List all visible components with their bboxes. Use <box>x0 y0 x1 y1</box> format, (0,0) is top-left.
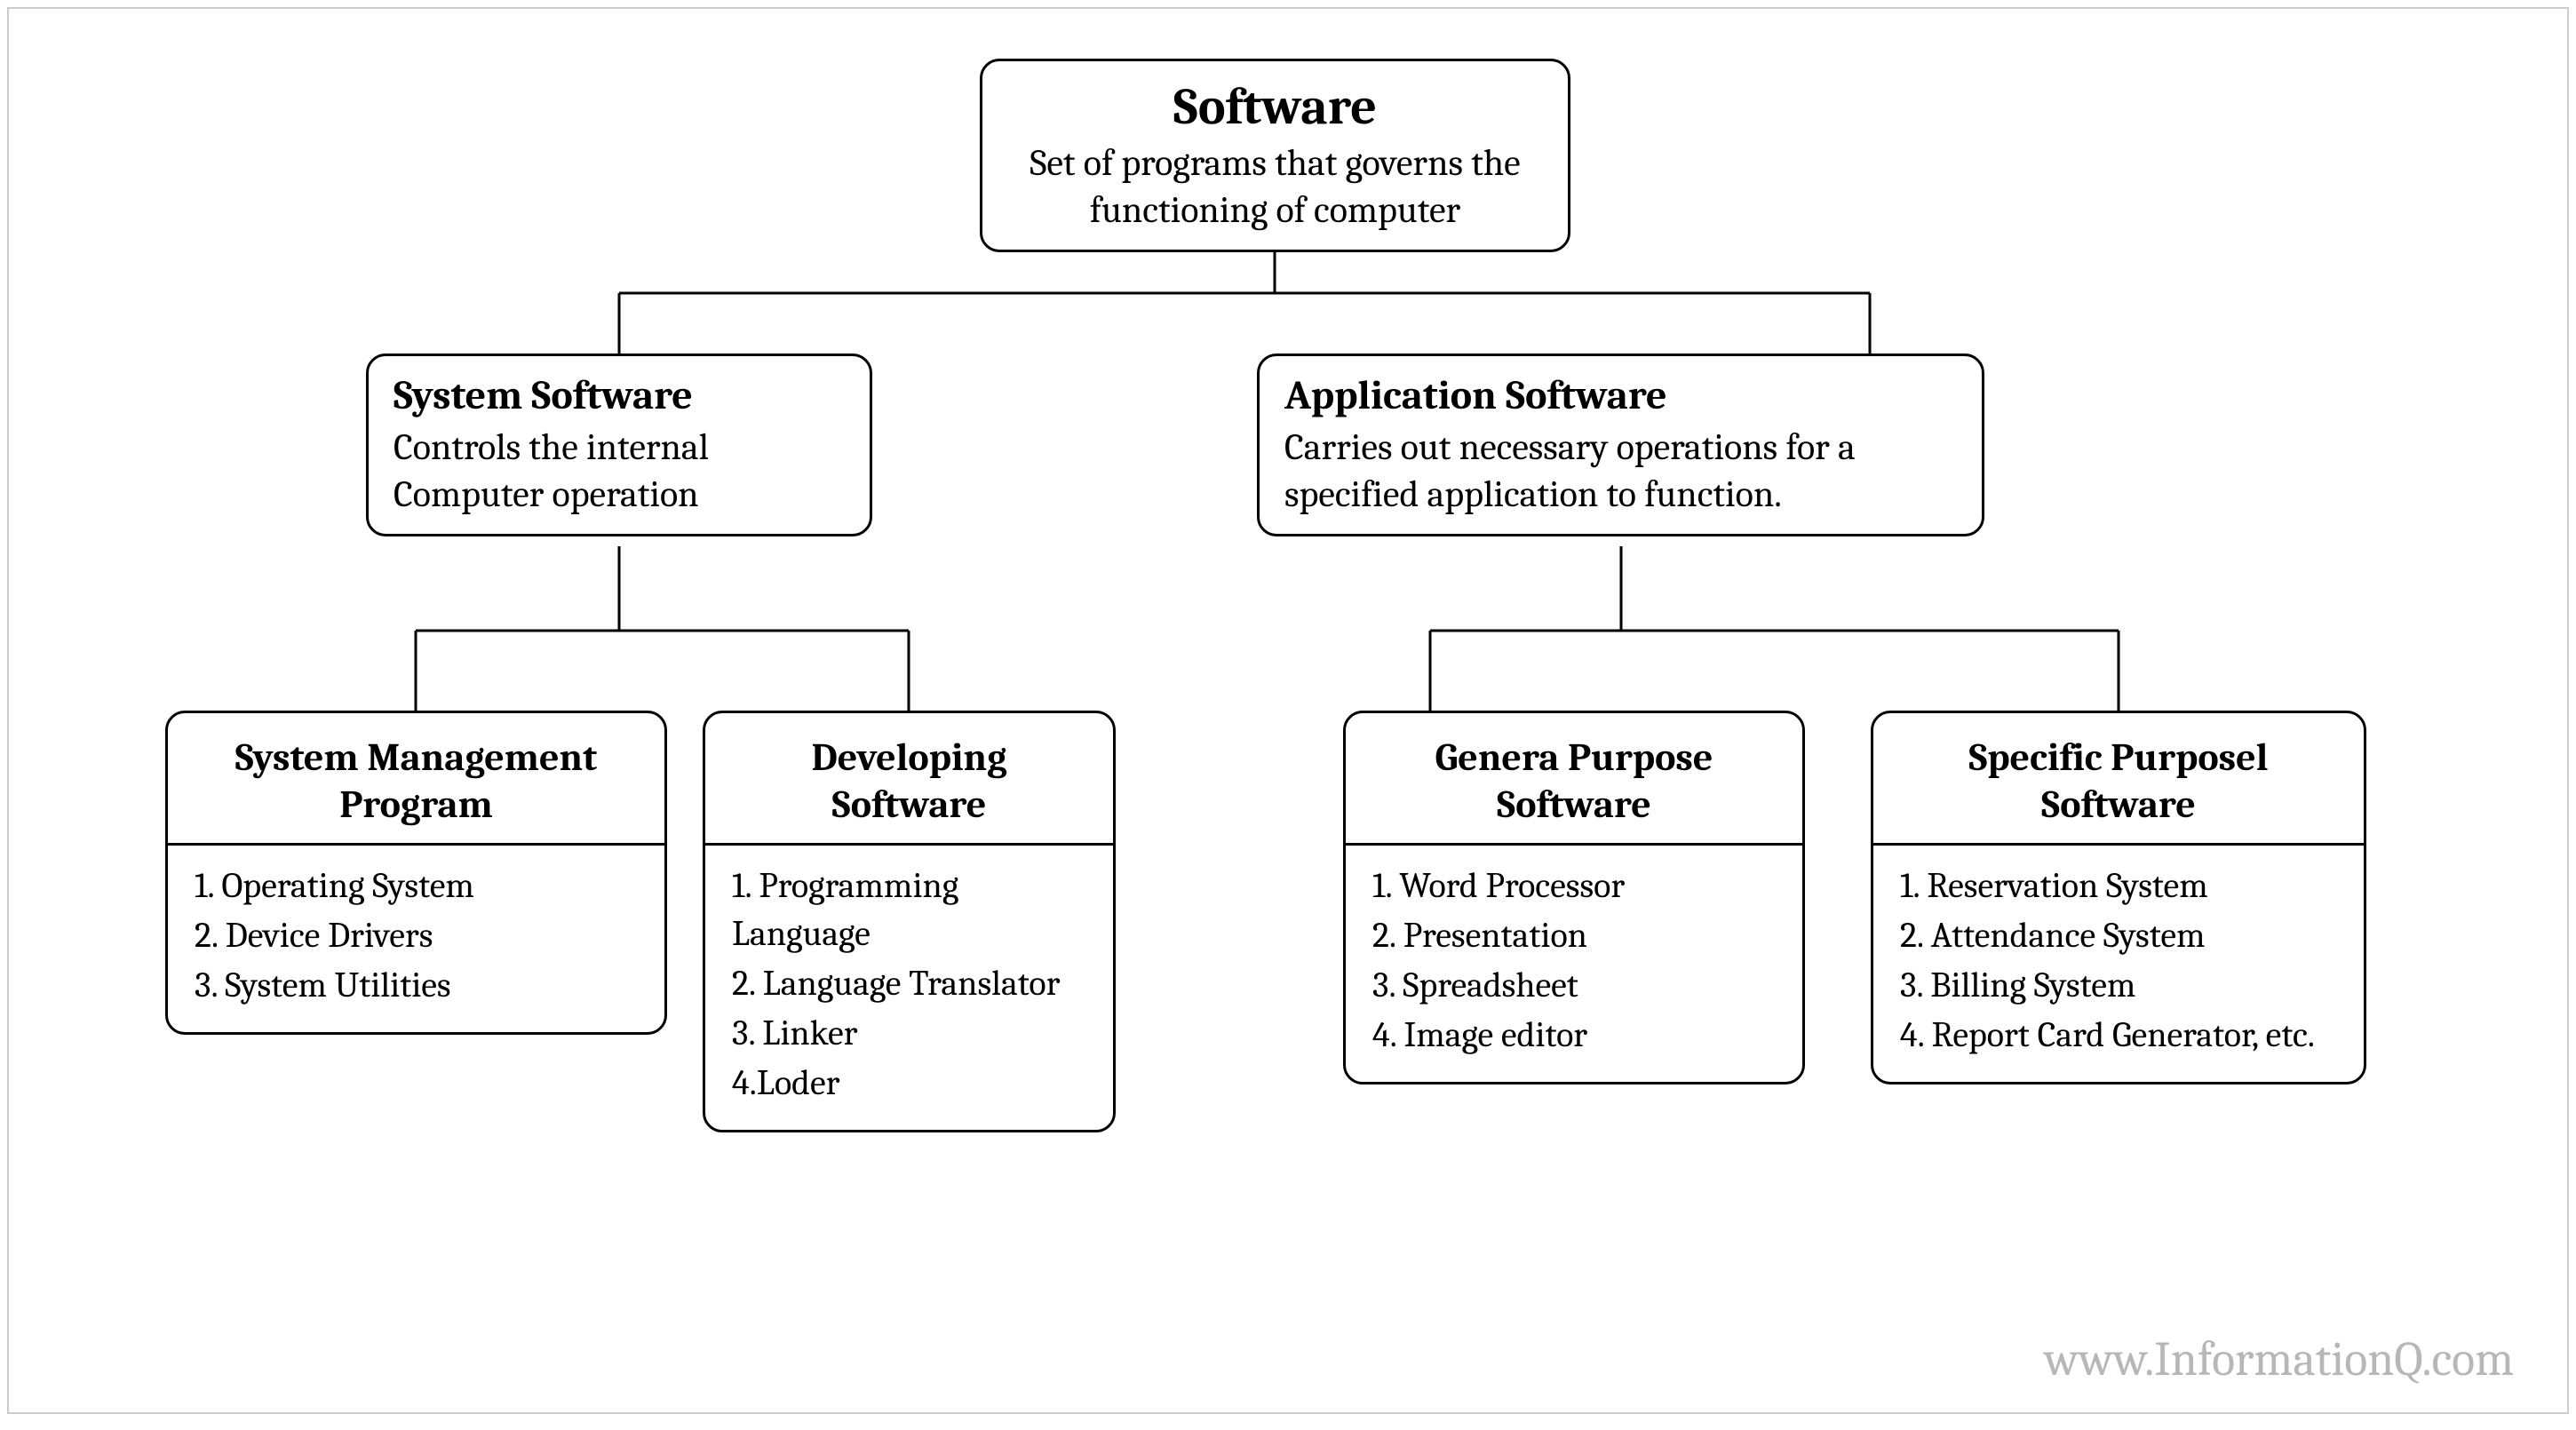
leaf-title: Specific Purposel Software <box>1900 735 2337 843</box>
leaf-title: Developing Software <box>732 735 1086 843</box>
node-system-software: System Software Controls the internal Co… <box>366 354 872 536</box>
node-system-software-title: System Software <box>394 372 845 419</box>
divider <box>705 843 1113 846</box>
node-software: Software Set of programs that governs th… <box>980 59 1570 252</box>
node-application-software: Application Software Carries out necessa… <box>1257 354 1984 536</box>
node-specific-purpose-software: Specific Purposel Software 1. Reservatio… <box>1871 711 2366 1084</box>
list-item: 3. Linker <box>732 1009 1086 1057</box>
list-item: 1. Word Processor <box>1372 862 1776 910</box>
list-item: 1. Programming Language <box>732 862 1086 957</box>
list-item: 2. Language Translator <box>732 959 1086 1007</box>
node-software-desc: Set of programs that governs the functio… <box>1007 140 1543 234</box>
divider <box>1346 843 1802 846</box>
leaf-title: System Management Program <box>195 735 638 843</box>
node-application-software-desc: Carries out necessary operations for a s… <box>1284 425 1957 518</box>
node-system-management-program: System Management Program 1. Operating S… <box>165 711 667 1035</box>
list-item: 3. Spreadsheet <box>1372 961 1776 1009</box>
leaf-items: 1. Programming Language 2. Language Tran… <box>732 862 1086 1107</box>
list-item: 2. Attendance System <box>1900 911 2337 959</box>
node-system-software-desc: Controls the internal Computer operation <box>394 425 845 518</box>
node-software-title: Software <box>1007 77 1543 137</box>
list-item: 2. Presentation <box>1372 911 1776 959</box>
list-item: 4. Image editor <box>1372 1011 1776 1059</box>
leaf-items: 1. Reservation System 2. Attendance Syst… <box>1900 862 2337 1059</box>
list-item: 4. Report Card Generator, etc. <box>1900 1011 2337 1059</box>
leaf-title: Genera Purpose Software <box>1372 735 1776 843</box>
diagram-frame: Software Set of programs that governs th… <box>7 7 2569 1414</box>
node-application-software-title: Application Software <box>1284 372 1957 419</box>
list-item: 3. System Utilities <box>195 961 638 1009</box>
list-item: 1. Reservation System <box>1900 862 2337 910</box>
divider <box>1873 843 2364 846</box>
divider <box>168 843 664 846</box>
node-developing-software: Developing Software 1. Programming Langu… <box>703 711 1116 1132</box>
list-item: 4.Loder <box>732 1059 1086 1107</box>
list-item: 1. Operating System <box>195 862 638 910</box>
leaf-items: 1. Operating System 2. Device Drivers 3.… <box>195 862 638 1009</box>
list-item: 2. Device Drivers <box>195 911 638 959</box>
watermark: www.InformationQ.com <box>2044 1331 2514 1387</box>
node-general-purpose-software: Genera Purpose Software 1. Word Processo… <box>1343 711 1805 1084</box>
list-item: 3. Billing System <box>1900 961 2337 1009</box>
leaf-items: 1. Word Processor 2. Presentation 3. Spr… <box>1372 862 1776 1059</box>
